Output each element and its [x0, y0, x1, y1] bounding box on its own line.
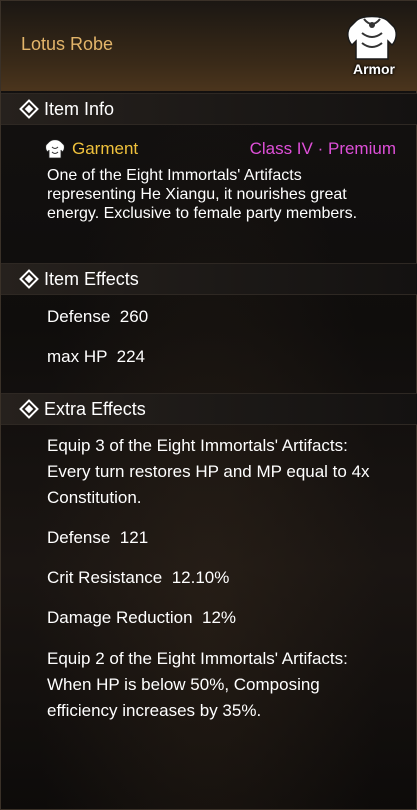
- stat-damage-reduction: Damage Reduction 12%: [47, 608, 237, 627]
- item-grade: Class IV · Premium: [249, 139, 396, 158]
- set-bonus-3-text: Equip 3 of the Eight Immortals' Artifact…: [47, 436, 370, 507]
- diamond-bullet-icon: [19, 399, 39, 419]
- section-title: Item Effects: [44, 269, 139, 289]
- section-header-item-effects: Item Effects: [1, 263, 417, 295]
- section-title: Item Info: [44, 99, 115, 119]
- item-category: Garment: [72, 139, 139, 158]
- item-name: Lotus Robe: [21, 34, 114, 54]
- stat-defense-extra: Defense 121: [47, 528, 149, 547]
- stat-max-hp: max HP 224: [47, 347, 145, 366]
- diamond-bullet-icon: [19, 269, 39, 289]
- set-bonus-2-text: Equip 2 of the Eight Immortals' Artifact…: [47, 649, 348, 720]
- diamond-bullet-icon: [19, 99, 39, 119]
- armor-icon: [347, 15, 397, 60]
- section-header-item-info: Item Info: [1, 93, 417, 125]
- garment-icon: [45, 139, 65, 159]
- item-tooltip: Lotus Robe Armor Item Info Garment Class…: [0, 0, 417, 810]
- item-description: One of the Eight Immortals' Artifacts re…: [47, 167, 358, 222]
- stat-defense: Defense 260: [47, 307, 149, 326]
- tooltip-header: Lotus Robe Armor: [1, 1, 417, 91]
- section-header-extra-effects: Extra Effects: [1, 393, 417, 425]
- section-title: Extra Effects: [44, 399, 146, 419]
- stat-crit-resistance: Crit Resistance 12.10%: [47, 568, 230, 587]
- item-type-label: Armor: [352, 61, 395, 77]
